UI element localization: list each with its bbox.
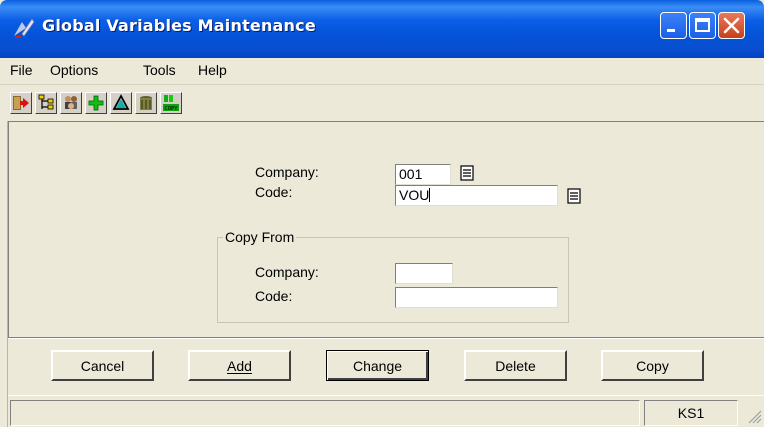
copy-label: Copy — [636, 357, 669, 374]
code-lookup-button[interactable] — [565, 187, 583, 205]
company-lookup-button[interactable] — [458, 164, 476, 182]
list-icon — [460, 165, 474, 181]
copy-code-input[interactable] — [395, 287, 558, 308]
change-button[interactable]: Change — [326, 350, 429, 381]
add-record-button[interactable] — [85, 92, 107, 114]
change-record-button[interactable] — [110, 92, 132, 114]
toolbar: COPY — [0, 85, 764, 119]
code-input[interactable]: VOU — [395, 185, 558, 206]
close-button[interactable] — [718, 12, 745, 39]
delta-icon — [112, 94, 130, 110]
copy-button[interactable]: Copy — [601, 350, 704, 381]
copy-company-input[interactable] — [395, 263, 453, 284]
window-title: Global Variables Maintenance — [42, 16, 316, 35]
tree-button[interactable] — [35, 92, 57, 114]
form-panel: Company: 001 Code: VOU Copy From Company… — [8, 121, 764, 337]
app-icon — [14, 18, 35, 38]
minimize-button[interactable] — [660, 12, 687, 39]
add-plus-icon — [88, 95, 104, 111]
list-icon — [567, 188, 581, 204]
text-cursor — [429, 188, 431, 202]
group-icon — [65, 96, 77, 109]
add-button[interactable]: Add — [188, 350, 291, 381]
copy-from-legend: Copy From — [223, 229, 297, 245]
tree-icon — [38, 94, 54, 110]
minimize-icon — [667, 29, 675, 32]
group-button[interactable] — [60, 92, 82, 114]
menu-tools[interactable]: Tools — [143, 62, 176, 78]
company-label: Company: — [255, 164, 319, 180]
change-label: Change — [352, 357, 403, 374]
delete-label: Delete — [495, 357, 536, 374]
menu-options[interactable]: Options — [50, 62, 98, 78]
close-icon — [723, 17, 740, 34]
menu-bar: File Options Tools Help — [0, 58, 764, 85]
copy-icon: COPY — [163, 95, 179, 112]
delete-record-button[interactable] — [135, 92, 157, 114]
menu-help[interactable]: Help — [198, 62, 227, 78]
status-pane-user: KS1 — [644, 400, 738, 426]
copy-code-label: Code: — [255, 288, 293, 304]
exit-icon — [13, 96, 29, 110]
resize-grip-icon[interactable] — [746, 408, 762, 424]
exit-button[interactable] — [10, 92, 32, 114]
svg-text:COPY: COPY — [164, 106, 178, 112]
copy-from-group — [217, 237, 569, 323]
status-bar: KS1 — [8, 395, 764, 427]
delete-button[interactable]: Delete — [464, 350, 567, 381]
company-input[interactable]: 001 — [395, 164, 451, 185]
window: Global Variables Maintenance File Option… — [0, 0, 764, 427]
window-left-edge — [0, 121, 8, 427]
add-label: Add — [227, 357, 252, 374]
title-bar[interactable]: Global Variables Maintenance — [0, 0, 764, 58]
cancel-label: Cancel — [80, 357, 125, 374]
code-value: VOU — [399, 187, 430, 203]
trash-icon — [140, 96, 152, 110]
button-bar: Cancel Add Change Delete Copy — [8, 339, 764, 395]
maximize-icon — [695, 18, 710, 32]
code-label: Code: — [255, 184, 293, 200]
menu-file[interactable]: File — [10, 62, 33, 78]
copy-record-button[interactable]: COPY — [160, 92, 182, 114]
cancel-button[interactable]: Cancel — [51, 350, 154, 381]
copy-company-label: Company: — [255, 264, 319, 280]
status-pane-main — [10, 400, 640, 426]
maximize-button[interactable] — [689, 12, 716, 39]
